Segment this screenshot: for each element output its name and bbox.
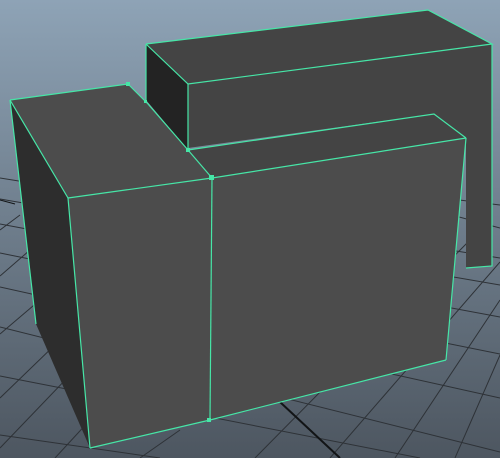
mesh-vertex[interactable]	[126, 82, 130, 86]
3d-viewport[interactable]	[0, 0, 500, 458]
viewport-scene[interactable]	[0, 0, 500, 458]
mesh-vertex[interactable]	[186, 148, 190, 152]
mesh-vertex[interactable]	[207, 418, 211, 422]
mesh-vertex[interactable]	[144, 100, 147, 103]
mesh-vertex[interactable]	[209, 175, 214, 180]
